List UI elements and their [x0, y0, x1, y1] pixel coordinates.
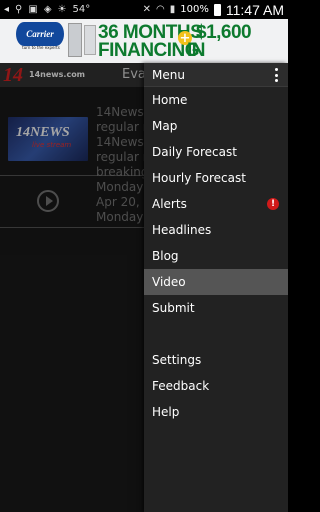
usb-icon: ⚲: [15, 3, 23, 15]
overflow-menu-icon[interactable]: [274, 68, 278, 82]
alert-badge-icon: !: [267, 198, 279, 210]
menu-item-submit[interactable]: Submit: [144, 295, 288, 321]
menu-item-daily-forecast[interactable]: Daily Forecast: [144, 139, 288, 165]
menu-item-home[interactable]: Home: [144, 87, 288, 113]
ad-banner[interactable]: Carrier turn to the experts 36 MONTHS FI…: [0, 19, 288, 63]
menu-item-label: Alerts: [152, 197, 187, 211]
drawer-menu: Home Map Daily Forecast Hourly Forecast …: [144, 87, 288, 425]
image-icon: ▣: [28, 3, 38, 15]
navigation-drawer: Menu Home Map Daily Forecast Hourly Fore…: [144, 63, 288, 512]
temperature-text: 54°: [72, 3, 91, 15]
battery-percent: 100%: [180, 4, 209, 15]
menu-spacer: [144, 321, 288, 347]
ad-brand-logo: Carrier: [16, 22, 64, 46]
menu-item-video[interactable]: Video: [144, 269, 288, 295]
clock: 11:47 AM: [225, 1, 284, 18]
menu-item-alerts[interactable]: Alerts !: [144, 191, 288, 217]
menu-item-help[interactable]: Help: [144, 399, 288, 425]
drawer-header: Menu: [144, 63, 288, 87]
menu-item-headlines[interactable]: Headlines: [144, 217, 288, 243]
menu-item-blog[interactable]: Blog: [144, 243, 288, 269]
drawer-title: Menu: [152, 68, 185, 82]
status-bar: ◂ ⚲ ▣ ◈ ☀ 54° ✕ ◠ ▮ 100% 11:47 AM: [0, 0, 288, 19]
ad-tagline: turn to the experts: [22, 45, 60, 50]
mute-icon: ✕: [142, 3, 152, 15]
ac-unit-image: [68, 23, 82, 57]
drawer-scrim[interactable]: [0, 63, 144, 512]
ad-line-4: IN REBATES!: [187, 40, 279, 63]
menu-item-hourly-forecast[interactable]: Hourly Forecast: [144, 165, 288, 191]
furnace-image: [84, 25, 96, 55]
menu-item-feedback[interactable]: Feedback: [144, 373, 288, 399]
menu-item-settings[interactable]: Settings: [144, 347, 288, 373]
battery-icon: [213, 3, 221, 16]
shield-icon: ◈: [43, 3, 52, 15]
weather-icon: ☀: [57, 3, 67, 15]
back-arrow-icon: ◂: [4, 3, 10, 15]
signal-icon: ▮: [169, 3, 176, 15]
wifi-icon: ◠: [156, 3, 165, 15]
menu-item-map[interactable]: Map: [144, 113, 288, 139]
